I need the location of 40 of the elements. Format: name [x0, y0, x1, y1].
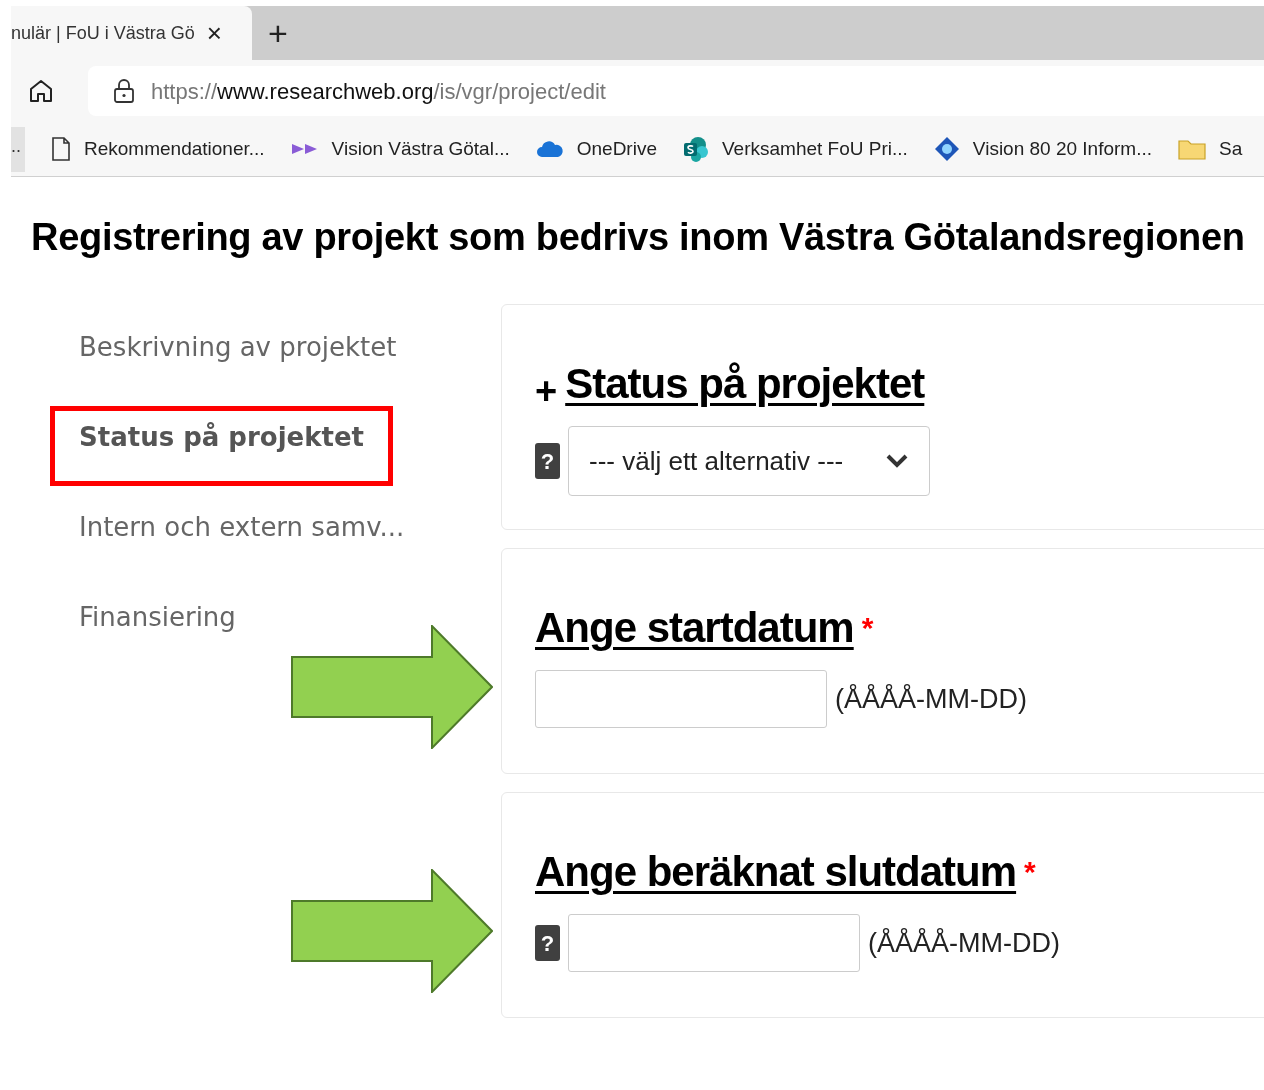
sidebar-item[interactable]: Finansiering: [50, 586, 265, 666]
browser-tab[interactable]: nulär | FoU i Västra Gö ×: [11, 6, 252, 60]
sidebar-item[interactable]: Status på projektet: [50, 406, 393, 486]
home-icon[interactable]: [28, 78, 54, 104]
cloud-icon: [535, 140, 564, 158]
bookmark-item[interactable]: Vision 80 20 Inform...: [933, 134, 1153, 164]
sidebar-item[interactable]: Intern och extern samv...: [50, 496, 434, 576]
expand-icon[interactable]: +: [535, 363, 558, 420]
tab-title: nulär | FoU i Västra Gö: [11, 21, 195, 45]
date-field[interactable]: [568, 914, 860, 972]
sharepoint-icon: [683, 136, 709, 162]
bookmarks-overflow[interactable]: ..: [11, 126, 25, 172]
document-icon: [51, 137, 71, 161]
diamond-icon: [933, 136, 960, 162]
help-icon[interactable]: ?: [535, 443, 560, 479]
bookmark-item[interactable]: Vision Västra Götal...: [290, 134, 510, 164]
section-heading[interactable]: Ange startdatum: [535, 605, 854, 652]
url-text: https://www.researchweb.org/is/vgr/project/edit: [151, 77, 606, 106]
required-label: *: [1024, 854, 1036, 890]
date-field[interactable]: [535, 670, 827, 728]
section-heading[interactable]: Ange beräknat slutdatum: [535, 849, 1017, 896]
date-format-hint: (ÅÅÅÅ-MM-DD): [835, 682, 1027, 716]
bookmark-item[interactable]: OneDrive: [535, 134, 657, 164]
folder-icon: [1178, 138, 1207, 160]
bookmark-item[interactable]: Verksamhet FoU Pri...: [683, 134, 908, 164]
sidebar-item[interactable]: Beskrivning av projektet: [50, 316, 426, 396]
status-select[interactable]: --- välj ett alternativ ---: [568, 426, 930, 496]
help-icon[interactable]: ?: [535, 925, 560, 961]
new-tab-button[interactable]: +: [268, 7, 288, 59]
section-heading[interactable]: Status på projektet: [565, 361, 925, 408]
bookmark-item[interactable]: Sa: [1178, 134, 1243, 164]
required-label: *: [861, 610, 874, 646]
lock-icon: [113, 78, 135, 104]
close-icon[interactable]: ×: [206, 13, 222, 53]
date-format-hint: (ÅÅÅÅ-MM-DD): [868, 926, 1060, 960]
double-arrow-icon: [290, 142, 319, 156]
chevron-down-icon: [885, 453, 909, 469]
page-title: Registrering av projekt som bedrivs inom Västra Götalandsregionen: [31, 215, 1246, 260]
address-bar[interactable]: https://www.researchweb.org/is/vgr/project/edit: [88, 66, 1264, 116]
bookmark-item[interactable]: Rekommendationer...: [51, 134, 265, 164]
